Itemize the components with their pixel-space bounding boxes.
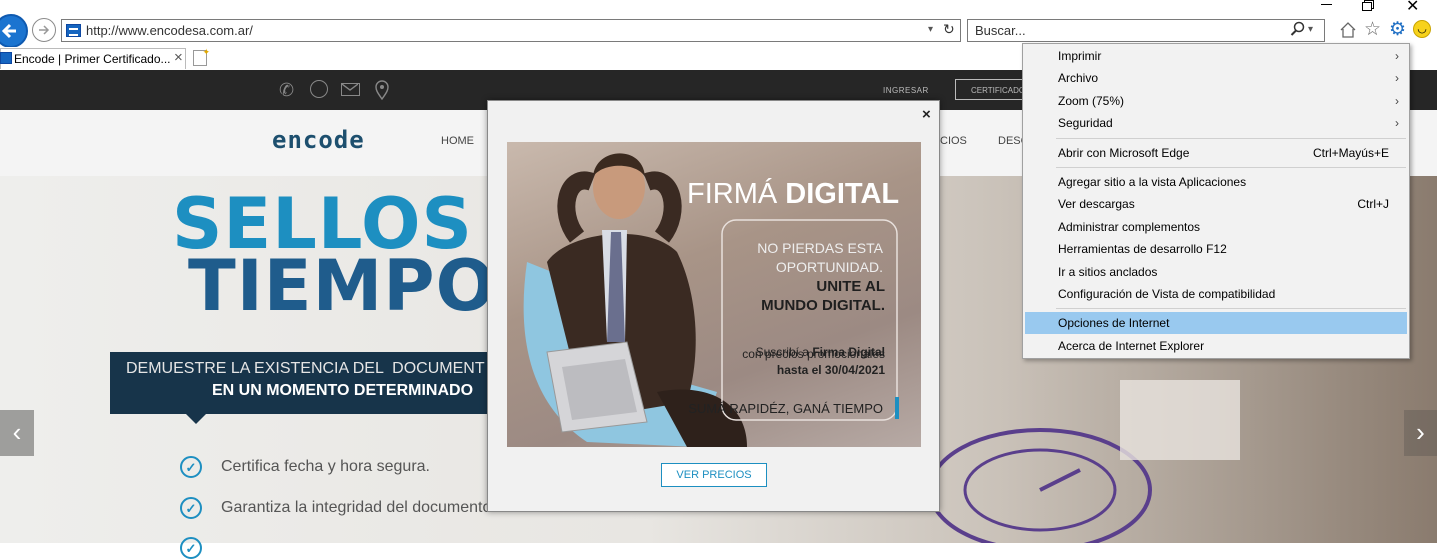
home-icon[interactable] (1338, 20, 1358, 43)
refresh-icon[interactable]: ↻ (943, 21, 955, 38)
new-tab-spark-icon: ✦ (202, 47, 210, 57)
promo-tagline: SUMÁ RAPIDÉZ, GANÁ TIEMPO (688, 401, 883, 416)
promo-line2: OPORTUNIDAD. (775, 259, 883, 275)
menu-item-label: Ver descargas (1058, 197, 1135, 211)
search-icon[interactable] (1290, 21, 1306, 40)
menu-item-label: Herramientas de desarrollo F12 (1058, 242, 1227, 256)
promo-headline-light: FIRMÁ (687, 178, 778, 210)
menu-item-imprimir[interactable]: Imprimir › (1025, 45, 1407, 67)
feedback-smiley-icon[interactable]: ◡ (1413, 20, 1431, 38)
certificado-label: CERTIFICADO (971, 86, 1026, 95)
promo-headline-bold: DIGITAL (785, 178, 900, 210)
menu-separator (1056, 138, 1406, 139)
menu-item-compatibilidad[interactable]: Configuración de Vista de compatibilidad (1025, 283, 1407, 305)
whatsapp-icon[interactable] (310, 80, 328, 98)
menu-item-agregar-sitio[interactable]: Agregar sitio a la vista Aplicaciones (1025, 171, 1407, 193)
tab-favicon-icon (0, 52, 12, 64)
search-dropdown-icon[interactable]: ▾ (1308, 24, 1313, 35)
feature-text-2: Garantiza la integridad del documento. (221, 499, 496, 516)
ver-precios-button[interactable]: VER PRECIOS (661, 463, 767, 487)
submenu-arrow-icon: › (1395, 94, 1399, 108)
address-text[interactable]: http://www.encodesa.com.ar/ (86, 23, 253, 38)
promo-body2: con precios promocionales (742, 347, 885, 361)
favorites-star-icon[interactable]: ☆ (1364, 18, 1381, 41)
menu-item-zoom[interactable]: Zoom (75%) › (1025, 90, 1407, 112)
promo-body3: hasta el 30/04/2021 (776, 363, 885, 377)
promo-line4: MUNDO DIGITAL. (761, 297, 885, 314)
menu-item-ver-descargas[interactable]: Ver descargas Ctrl+J (1025, 193, 1407, 215)
menu-item-label: Seguridad (1058, 116, 1113, 130)
menu-item-opciones-internet[interactable]: Opciones de Internet (1025, 312, 1407, 334)
menu-item-label: Acerca de Internet Explorer (1058, 339, 1205, 353)
menu-item-shortcut: Ctrl+Mayús+E (1312, 146, 1389, 160)
ingresar-link[interactable]: INGRESAR (883, 86, 929, 95)
slider-next-button[interactable]: › (1404, 410, 1437, 456)
menu-item-label: Ir a sitios anclados (1058, 265, 1158, 279)
back-arrow-icon (1, 23, 16, 39)
forward-arrow-icon (39, 25, 50, 35)
feature-text-1: Certifica fecha y hora segura. (221, 458, 430, 475)
site-favicon-icon (66, 24, 81, 37)
menu-separator (1056, 308, 1406, 309)
submenu-arrow-icon: › (1395, 71, 1399, 85)
menu-item-acerca-ie[interactable]: Acerca de Internet Explorer (1025, 335, 1407, 357)
banner-line1: DEMUESTRE LA EXISTENCIA DEL DOCUMENT (126, 360, 485, 377)
menu-item-archivo[interactable]: Archivo › (1025, 67, 1407, 89)
menu-item-label: Zoom (75%) (1058, 94, 1125, 108)
submenu-arrow-icon: › (1395, 49, 1399, 63)
menu-item-abrir-edge[interactable]: Abrir con Microsoft Edge Ctrl+Mayús+E (1025, 142, 1407, 164)
hero-title-line2: TIEMPO (188, 245, 497, 327)
menu-item-sitios-anclados[interactable]: Ir a sitios anclados (1025, 261, 1407, 283)
tab-close-icon[interactable]: × (174, 49, 183, 66)
menu-item-f12[interactable]: Herramientas de desarrollo F12 (1025, 238, 1407, 260)
menu-item-seguridad[interactable]: Seguridad › (1025, 112, 1407, 134)
menu-item-label: Abrir con Microsoft Edge (1058, 146, 1190, 160)
mail-icon[interactable] (341, 83, 360, 96)
location-icon[interactable] (374, 80, 390, 103)
forward-button[interactable] (32, 18, 56, 42)
check-icon: ✓ (180, 497, 202, 519)
nav-item-partial[interactable]: CIOS (940, 135, 967, 147)
modal-close-icon[interactable]: × (922, 106, 931, 123)
menu-item-shortcut: Ctrl+J (1357, 197, 1389, 211)
tools-gear-icon[interactable]: ⚙ (1389, 18, 1406, 41)
slider-prev-button[interactable]: ‹ (0, 410, 34, 456)
restore-icon[interactable] (1362, 0, 1374, 11)
search-input[interactable]: Buscar... (975, 23, 1026, 38)
promo-image[interactable]: FIRMÁ DIGITAL NO PIERDAS ESTA OPORTUNIDA… (507, 142, 921, 447)
promo-line1: NO PIERDAS ESTA (757, 240, 883, 256)
nav-home[interactable]: HOME (441, 135, 474, 147)
submenu-arrow-icon: › (1395, 116, 1399, 130)
banner-pointer (186, 414, 206, 424)
back-button[interactable] (0, 14, 28, 48)
menu-separator (1056, 167, 1406, 168)
banner-line2: EN UN MOMENTO DETERMINADO (212, 382, 474, 399)
menu-item-label: Agregar sitio a la vista Aplicaciones (1058, 175, 1247, 189)
menu-item-label: Opciones de Internet (1058, 316, 1170, 330)
check-icon: ✓ (180, 456, 202, 478)
tab-title[interactable]: Encode | Primer Certificado... (14, 52, 171, 66)
new-tab-button[interactable]: ✦ (193, 47, 210, 66)
menu-item-label: Archivo (1058, 71, 1099, 85)
minimize-icon[interactable] (1321, 0, 1333, 10)
stamp-image (920, 380, 1260, 552)
close-window-icon[interactable]: ✕ (1406, 0, 1419, 16)
menu-item-complementos[interactable]: Administrar complementos (1025, 216, 1407, 238)
menu-item-label: Imprimir (1058, 49, 1102, 63)
site-logo[interactable]: encode (272, 126, 365, 154)
check-icon: ✓ (180, 537, 202, 559)
promo-line3: UNITE AL (816, 278, 885, 295)
menu-item-label: Administrar complementos (1058, 220, 1201, 234)
menu-item-label: Configuración de Vista de compatibilidad (1058, 287, 1276, 301)
phone-icon[interactable]: ✆ (279, 80, 294, 101)
promo-headline: FIRMÁ DIGITAL (687, 178, 899, 211)
address-dropdown-icon[interactable]: ▾ (928, 24, 933, 35)
